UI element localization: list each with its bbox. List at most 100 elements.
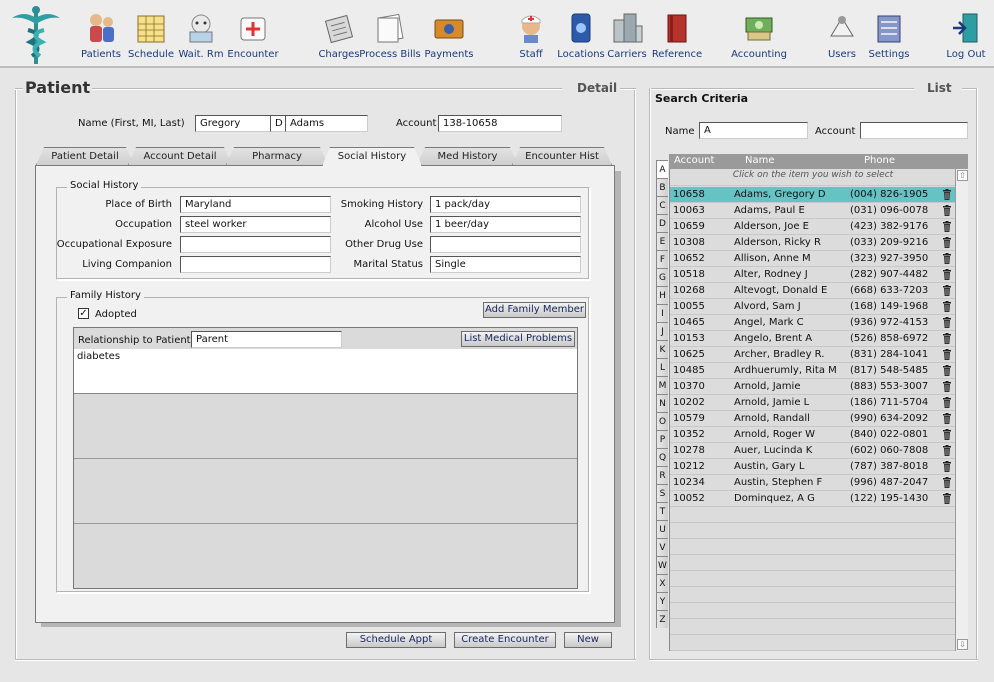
table-row[interactable]: 10153 Angelo, Brent A (526) 858-6972 xyxy=(670,331,956,347)
table-row[interactable]: 10518 Alter, Rodney J (282) 907-4482 xyxy=(670,267,956,283)
new-button[interactable]: New xyxy=(564,632,612,648)
trash-icon[interactable] xyxy=(942,253,952,264)
alpha-tab-w[interactable]: W xyxy=(656,556,668,574)
trash-icon[interactable] xyxy=(942,221,952,232)
trash-icon[interactable] xyxy=(942,333,952,344)
toolbar-settings-button[interactable]: Settings xyxy=(862,10,916,60)
tab-pharmacy[interactable]: Pharmacy xyxy=(226,147,328,165)
trash-icon[interactable] xyxy=(942,349,952,360)
toolbar-patients-button[interactable]: Patients xyxy=(74,10,128,60)
table-row[interactable]: 10055 Alvord, Sam J (168) 149-1968 xyxy=(670,299,956,315)
alpha-tab-k[interactable]: K xyxy=(656,340,668,358)
alpha-tab-n[interactable]: N xyxy=(656,394,668,412)
table-row[interactable]: 10652 Allison, Anne M (323) 927-3950 xyxy=(670,251,956,267)
trash-icon[interactable] xyxy=(942,285,952,296)
marital-status-field[interactable]: Single xyxy=(430,256,581,273)
tab-encounter-hist[interactable]: Encounter Hist xyxy=(512,147,612,165)
trash-icon[interactable] xyxy=(942,413,952,424)
table-row[interactable]: 10308 Alderson, Ricky R (033) 209-9216 xyxy=(670,235,956,251)
trash-icon[interactable] xyxy=(942,477,952,488)
toolbar-process-bills-button[interactable]: Process Bills xyxy=(355,10,425,60)
search-account-input[interactable] xyxy=(860,122,968,139)
alpha-tab-i[interactable]: I xyxy=(656,304,668,322)
scroll-up-arrow-icon[interactable]: ⇧ xyxy=(957,170,968,181)
alpha-tab-b[interactable]: B xyxy=(656,178,668,196)
alpha-tab-o[interactable]: O xyxy=(656,412,668,430)
trash-icon[interactable] xyxy=(942,301,952,312)
trash-icon[interactable] xyxy=(942,381,952,392)
alpha-tab-l[interactable]: L xyxy=(656,358,668,376)
trash-icon[interactable] xyxy=(942,269,952,280)
table-row[interactable]: 10278 Auer, Lucinda K (602) 060-7808 xyxy=(670,443,956,459)
toolbar-carriers-button[interactable]: Carriers xyxy=(600,10,654,60)
alpha-tab-t[interactable]: T xyxy=(656,502,668,520)
table-row[interactable]: 10352 Arnold, Roger W (840) 022-0801 xyxy=(670,427,956,443)
occupational-exposure-field[interactable] xyxy=(180,236,331,253)
alpha-tab-a[interactable]: A xyxy=(656,160,668,178)
table-row[interactable]: 10625 Archer, Bradley R. (831) 284-1041 xyxy=(670,347,956,363)
family-member-slot[interactable] xyxy=(74,459,577,524)
adopted-checkbox[interactable]: ✓ xyxy=(78,308,89,319)
occupation-field[interactable]: steel worker xyxy=(180,216,331,233)
alpha-tab-d[interactable]: D xyxy=(656,214,668,232)
living-companion-field[interactable] xyxy=(180,256,331,273)
alpha-tab-r[interactable]: R xyxy=(656,466,668,484)
middle-initial-field[interactable]: D xyxy=(270,115,286,132)
trash-icon[interactable] xyxy=(942,397,952,408)
other-drug-use-field[interactable] xyxy=(430,236,581,253)
add-family-member-button[interactable]: Add Family Member xyxy=(483,302,586,318)
toolbar-encounter-button[interactable]: Encounter xyxy=(226,10,280,60)
trash-icon[interactable] xyxy=(942,461,952,472)
alpha-tab-u[interactable]: U xyxy=(656,520,668,538)
tab-patient-detail[interactable]: Patient Detail xyxy=(36,147,134,165)
column-header-name[interactable]: Name xyxy=(745,155,775,166)
trash-icon[interactable] xyxy=(942,365,952,376)
alpha-tab-v[interactable]: V xyxy=(656,538,668,556)
alpha-tab-m[interactable]: M xyxy=(656,376,668,394)
alpha-tab-p[interactable]: P xyxy=(656,430,668,448)
trash-icon[interactable] xyxy=(942,205,952,216)
alpha-tab-e[interactable]: E xyxy=(656,232,668,250)
tab-account-detail[interactable]: Account Detail xyxy=(128,147,232,165)
alpha-tab-z[interactable]: Z xyxy=(656,610,668,628)
toolbar-payments-button[interactable]: Payments xyxy=(422,10,476,60)
trash-icon[interactable] xyxy=(942,493,952,504)
table-row[interactable]: 10212 Austin, Gary L (787) 387-8018 xyxy=(670,459,956,475)
alpha-tab-s[interactable]: S xyxy=(656,484,668,502)
table-row[interactable]: 10202 Arnold, Jamie L (186) 711-5704 xyxy=(670,395,956,411)
place-of-birth-field[interactable]: Maryland xyxy=(180,196,331,213)
alpha-tab-y[interactable]: Y xyxy=(656,592,668,610)
toolbar-schedule-button[interactable]: Schedule xyxy=(124,10,178,60)
column-header-account[interactable]: Account xyxy=(674,155,714,166)
trash-icon[interactable] xyxy=(942,445,952,456)
toolbar-accounting-button[interactable]: Accounting xyxy=(730,10,788,60)
tab-social-history[interactable]: Social History xyxy=(322,147,422,166)
first-name-field[interactable]: Gregory xyxy=(195,115,271,132)
scroll-down-arrow-icon[interactable]: ⇩ xyxy=(957,639,968,650)
alpha-tab-f[interactable]: F xyxy=(656,250,668,268)
alpha-tab-h[interactable]: H xyxy=(656,286,668,304)
tab-med-history[interactable]: Med History xyxy=(417,147,518,165)
create-encounter-button[interactable]: Create Encounter xyxy=(454,632,556,648)
smoking-history-field[interactable]: 1 pack/day xyxy=(430,196,581,213)
alpha-tab-q[interactable]: Q xyxy=(656,448,668,466)
alpha-tab-x[interactable]: X xyxy=(656,574,668,592)
table-row[interactable]: 10465 Angel, Mark C (936) 972-4153 xyxy=(670,315,956,331)
table-row[interactable]: 10658 Adams, Gregory D (004) 826-1905 xyxy=(670,187,956,203)
family-member-slot[interactable] xyxy=(74,394,577,459)
alpha-tab-c[interactable]: C xyxy=(656,196,668,214)
alcohol-use-field[interactable]: 1 beer/day xyxy=(430,216,581,233)
table-row[interactable]: 10052 Dominquez, A G (122) 195-1430 xyxy=(670,491,956,507)
account-field[interactable]: 138-10658 xyxy=(438,115,562,132)
table-row[interactable]: 10063 Adams, Paul E (031) 096-0078 xyxy=(670,203,956,219)
table-row[interactable]: 10268 Altevogt, Donald E (668) 633-7203 xyxy=(670,283,956,299)
table-row[interactable]: 10370 Arnold, Jamie (883) 553-3007 xyxy=(670,379,956,395)
list-scrollbar[interactable]: ⇧ ⇩ xyxy=(955,169,968,651)
toolbar-reference-button[interactable]: Reference xyxy=(650,10,704,60)
trash-icon[interactable] xyxy=(942,237,952,248)
toolbar-staff-button[interactable]: Staff xyxy=(504,10,558,60)
table-row[interactable]: 10485 Ardhuerumly, Rita M (817) 548-5485 xyxy=(670,363,956,379)
trash-icon[interactable] xyxy=(942,429,952,440)
toolbar-users-button[interactable]: Users xyxy=(815,10,869,60)
last-name-field[interactable]: Adams xyxy=(285,115,368,132)
